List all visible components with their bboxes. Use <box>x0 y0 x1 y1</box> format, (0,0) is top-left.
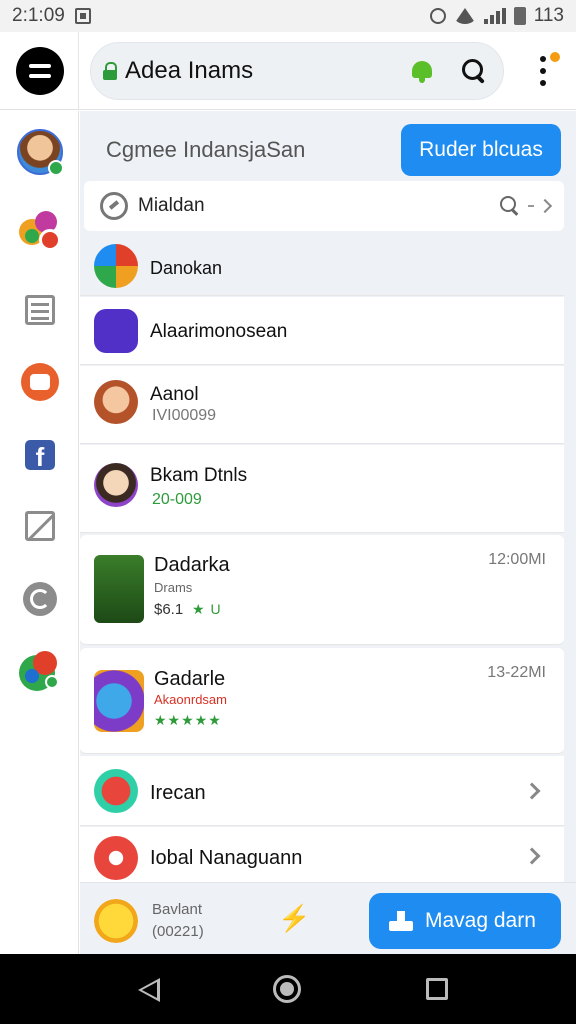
edit-icon <box>25 511 55 541</box>
fish-game-icon <box>94 670 144 732</box>
list-item-subtitle: 20-009 <box>152 491 202 508</box>
pinwheel-icon <box>94 244 138 288</box>
search-row-label: Mialdan <box>138 195 205 216</box>
rail-item-games[interactable] <box>16 648 64 696</box>
list-item-subtitle: Drams <box>154 580 193 595</box>
battery-icon <box>513 7 526 25</box>
search-row[interactable]: Mialdan <box>84 181 564 231</box>
search-icon[interactable] <box>461 58 487 84</box>
red-bird-icon <box>94 769 138 813</box>
search-icon[interactable] <box>500 196 520 216</box>
list-item-title: Alaarimonosean <box>150 321 288 342</box>
app-title: Adea Inams <box>125 57 254 84</box>
rail-item-apps[interactable] <box>16 208 64 256</box>
list-item[interactable]: Alaarimonosean <box>80 297 564 365</box>
navigation-bar <box>0 954 576 1024</box>
app-bar: Adea Inams <box>0 32 576 110</box>
rail-item-messages[interactable] <box>16 358 64 406</box>
list-item[interactable]: Danokan <box>80 236 564 296</box>
divider <box>78 32 79 110</box>
status-time: 2:1:09 <box>12 5 65 26</box>
address-bar[interactable]: Adea Inams <box>90 42 504 100</box>
rail-item-documents[interactable] <box>16 286 64 334</box>
avatar <box>17 129 64 176</box>
app-cluster-icon <box>17 209 63 255</box>
home-icon[interactable] <box>273 975 301 1003</box>
promo-button[interactable]: Ruder blcuas <box>401 124 561 176</box>
list-item[interactable]: Gadarle 13-22MI Akaonrdsam ★★★★★ <box>80 648 564 754</box>
list-item[interactable]: Irecan <box>80 756 564 826</box>
list-item-time: 13-22MI <box>487 664 546 681</box>
refresh-icon <box>23 582 57 616</box>
bottom-title: Bavlant <box>152 901 203 918</box>
list-item-subtitle: Akaonrdsam <box>154 692 227 707</box>
recent-apps-icon[interactable] <box>426 978 448 1000</box>
list-item-price: $6.1 <box>154 601 184 618</box>
rating-stars: ★★★★★ <box>154 712 222 728</box>
tray-icon <box>389 911 413 931</box>
rail-item-profile[interactable] <box>16 128 64 176</box>
alarm-icon <box>429 8 446 24</box>
list-item-title: Bkam Dtnls <box>150 465 248 486</box>
bell-icon[interactable] <box>409 58 435 84</box>
bolt-icon <box>278 903 298 935</box>
battery-level: 113 <box>533 5 564 26</box>
list-item-time: 12:00MI <box>488 551 546 568</box>
boy-avatar-icon <box>94 463 138 507</box>
left-rail: f <box>0 111 79 954</box>
list-item[interactable]: Aanol IVI00099 <box>80 366 564 444</box>
rail-item-edit[interactable] <box>16 502 64 550</box>
signal-icon <box>483 8 506 24</box>
main-content: Cgmee IndansjaSan Ruder blcuas Mialdan D… <box>80 111 576 954</box>
list-item-title: Aanol <box>150 384 199 405</box>
list-item[interactable]: Bkam Dtnls 20-009 <box>80 445 564 533</box>
list-item-title: Gadarle <box>154 668 226 690</box>
bottom-subtitle: (00221) <box>152 923 204 940</box>
list-item[interactable]: Iobal Nanaguann <box>80 827 564 889</box>
wifi-icon <box>453 8 476 24</box>
list-item-title: Irecan <box>150 782 206 804</box>
menu-button[interactable] <box>16 47 64 95</box>
chat-icon <box>21 363 59 401</box>
lock-icon <box>103 62 117 80</box>
promo-banner: Cgmee IndansjaSan Ruder blcuas <box>80 111 576 179</box>
screenshot-icon <box>74 8 91 24</box>
document-icon <box>25 295 55 325</box>
list-item-title: Danokan <box>150 258 223 278</box>
game-hero-icon <box>94 555 144 623</box>
action-button-label: Mavag darn <box>425 909 536 932</box>
colorful-ball-icon <box>19 651 61 693</box>
action-button[interactable]: Mavag darn <box>369 893 561 949</box>
chevron-right-icon[interactable] <box>523 782 541 800</box>
promo-text: Cgmee IndansjaSan <box>106 137 306 162</box>
chevron-right-icon[interactable] <box>537 198 553 214</box>
girl-avatar-icon <box>94 380 138 424</box>
facebook-icon: f <box>25 440 55 470</box>
red-face-icon <box>94 836 138 880</box>
list-item[interactable]: Dadarka 12:00MI Drams $6.1 ★ U <box>80 535 564 645</box>
sun-icon <box>94 899 138 943</box>
list-item-title: Dadarka <box>154 554 230 576</box>
rail-item-refresh[interactable] <box>16 575 64 623</box>
back-icon[interactable] <box>138 978 160 1002</box>
status-bar: 2:1:09 113 <box>0 0 576 32</box>
bottom-strip: Bavlant (00221) Mavag darn <box>80 882 576 954</box>
separator <box>528 205 534 207</box>
rail-item-facebook[interactable]: f <box>16 431 64 479</box>
overflow-menu-button[interactable] <box>532 50 562 90</box>
compass-icon <box>100 192 128 220</box>
rating-stars: ★ U <box>192 601 222 617</box>
list-item-title: Iobal Nanaguann <box>150 847 303 869</box>
chevron-right-icon[interactable] <box>523 847 541 865</box>
notification-badge <box>548 50 562 64</box>
moon-app-icon <box>94 309 138 353</box>
list-item-subtitle: IVI00099 <box>152 407 217 424</box>
